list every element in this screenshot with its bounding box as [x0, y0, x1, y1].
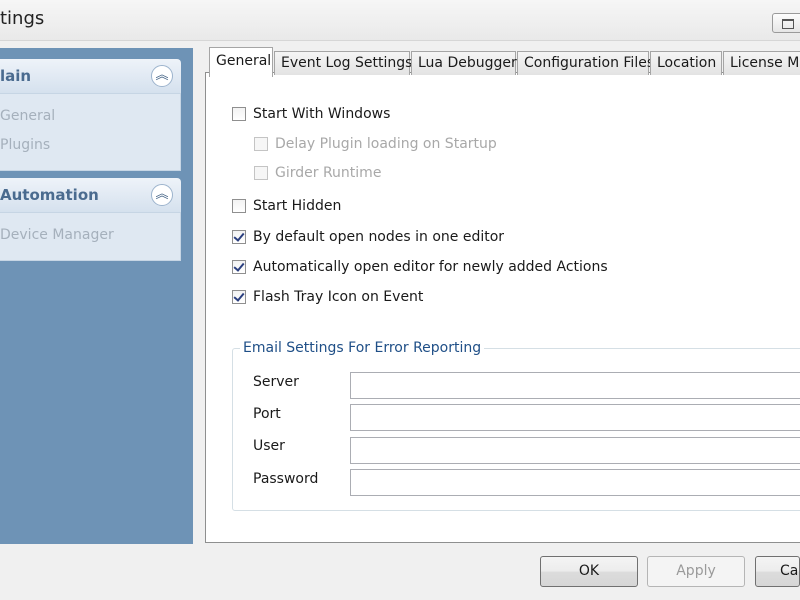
- start-hidden-checkbox[interactable]: [232, 199, 246, 213]
- user-field[interactable]: [350, 437, 800, 464]
- password-label: Password: [253, 471, 319, 487]
- title-bar: tings: [0, 0, 800, 41]
- open-nodes-one-editor-option[interactable]: By default open nodes in one editor: [232, 227, 504, 247]
- auto-open-editor-checkbox[interactable]: [232, 260, 246, 274]
- start-hidden-option[interactable]: Start Hidden: [232, 196, 341, 216]
- user-label: User: [253, 438, 285, 454]
- start-with-windows-label: Start With Windows: [253, 106, 391, 122]
- sidebar-item-general[interactable]: General: [0, 108, 55, 124]
- server-label: Server: [253, 374, 299, 390]
- delay-plugin-loading-label: Delay Plugin loading on Startup: [275, 136, 497, 152]
- flash-tray-icon-label: Flash Tray Icon on Event: [253, 289, 424, 305]
- cancel-button[interactable]: Ca: [755, 556, 800, 587]
- apply-button[interactable]: Apply: [647, 556, 745, 587]
- tab-lua-debugger[interactable]: Lua Debugger: [411, 51, 517, 75]
- tab-general[interactable]: General: [209, 47, 273, 77]
- port-field[interactable]: [350, 404, 800, 431]
- collapse-chevron-icon[interactable]: ︽: [151, 65, 173, 87]
- sidebar: lain ︽ General Plugins Automation ︽ Devi…: [0, 48, 193, 544]
- tab-location[interactable]: Location: [650, 51, 722, 75]
- sidebar-item-plugins[interactable]: Plugins: [0, 137, 50, 153]
- maximize-icon: [782, 19, 794, 29]
- panel-title-main: lain: [0, 67, 32, 85]
- open-nodes-one-editor-label: By default open nodes in one editor: [253, 229, 505, 245]
- server-field[interactable]: [350, 372, 800, 399]
- flash-tray-icon-checkbox[interactable]: [232, 290, 246, 304]
- maximize-button[interactable]: [772, 13, 800, 33]
- auto-open-editor-option[interactable]: Automatically open editor for newly adde…: [232, 257, 608, 277]
- start-with-windows-checkbox[interactable]: [232, 107, 246, 121]
- email-settings-legend: Email Settings For Error Reporting: [240, 340, 485, 356]
- tab-license-manager[interactable]: License Ma: [723, 51, 800, 75]
- tab-event-log-settings[interactable]: Event Log Settings: [274, 51, 412, 75]
- panel-header-automation[interactable]: Automation ︽: [0, 178, 181, 212]
- collapse-chevron-icon[interactable]: ︽: [151, 184, 173, 206]
- girder-runtime-label: Girder Runtime: [275, 165, 382, 181]
- girder-runtime-checkbox[interactable]: [254, 166, 268, 180]
- tab-configuration-files[interactable]: Configuration Files: [517, 51, 654, 75]
- delay-plugin-loading-option[interactable]: Delay Plugin loading on Startup: [254, 134, 497, 154]
- girder-runtime-option[interactable]: Girder Runtime: [254, 163, 381, 183]
- delay-plugin-loading-checkbox[interactable]: [254, 137, 268, 151]
- sidebar-item-device-manager[interactable]: Device Manager: [0, 227, 114, 243]
- panel-body-main: General Plugins: [0, 93, 181, 171]
- panel-title-automation: Automation: [0, 186, 99, 204]
- start-with-windows-option[interactable]: Start With Windows: [232, 104, 390, 124]
- panel-body-automation: Device Manager: [0, 212, 181, 261]
- open-nodes-one-editor-checkbox[interactable]: [232, 230, 246, 244]
- start-hidden-label: Start Hidden: [253, 198, 342, 214]
- password-field[interactable]: [350, 469, 800, 496]
- auto-open-editor-label: Automatically open editor for newly adde…: [253, 259, 608, 275]
- port-label: Port: [253, 406, 281, 422]
- ok-button[interactable]: OK: [540, 556, 638, 587]
- flash-tray-icon-option[interactable]: Flash Tray Icon on Event: [232, 287, 423, 307]
- window-title: tings: [0, 8, 45, 29]
- panel-header-main[interactable]: lain ︽: [0, 59, 181, 93]
